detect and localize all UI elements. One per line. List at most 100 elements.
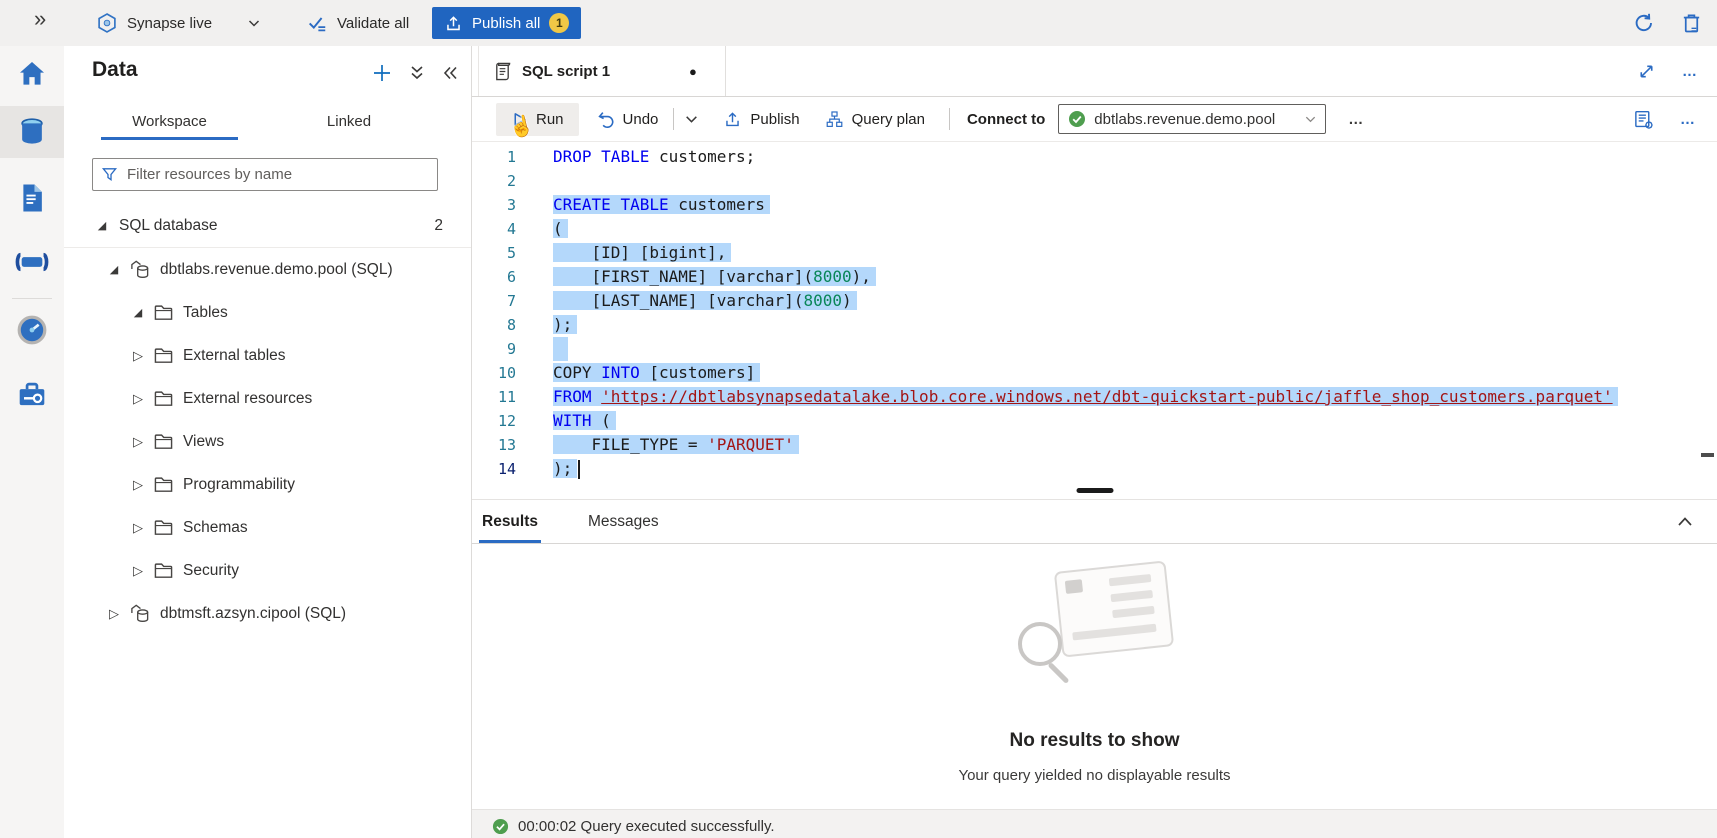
code-line[interactable]: 14); (472, 457, 1717, 481)
code-line[interactable]: 11FROM 'https://dbtlabsynapsedatalake.bl… (472, 385, 1717, 409)
tab-linked[interactable]: Linked (284, 102, 414, 140)
chevron-collapsed-icon[interactable]: ▷ (130, 348, 146, 364)
rail-divider (12, 298, 52, 299)
chevron-collapsed-icon[interactable]: ▷ (130, 477, 146, 493)
database-icon (129, 603, 151, 624)
code-line[interactable]: 10COPY INTO [customers] (472, 361, 1717, 385)
code-text: DROP TABLE customers; (553, 145, 755, 169)
magnifier-icon (1018, 622, 1062, 666)
collapse-all-icon[interactable] (408, 63, 426, 83)
undo-button[interactable]: Undo (596, 110, 659, 129)
add-resource-icon[interactable] (371, 62, 393, 84)
chevron-expanded-icon[interactable]: ◢ (106, 263, 122, 276)
tab-workspace[interactable]: Workspace (93, 102, 246, 140)
toolbar-more-icon[interactable]: … (1680, 111, 1697, 128)
empty-window-graphic (1053, 560, 1173, 657)
code-line[interactable]: 6 [FIRST_NAME] [varchar](8000), (472, 265, 1717, 289)
chevron-collapsed-icon[interactable]: ▷ (130, 391, 146, 407)
code-line[interactable]: 2 (472, 169, 1717, 193)
code-line[interactable]: 1DROP TABLE customers; (472, 145, 1717, 169)
code-line[interactable]: 13 FILE_TYPE = 'PARQUET' (472, 433, 1717, 457)
result-settings-icon[interactable] (1633, 109, 1654, 130)
undo-dropdown-chevron-icon[interactable] (684, 112, 699, 127)
tree-item-sql-database[interactable]: ◢SQL database2 (64, 204, 471, 248)
mode-selector[interactable]: Synapse live (96, 0, 261, 46)
tree-item-external-tables[interactable]: ▷ External tables (64, 334, 471, 377)
tree-item-programmability[interactable]: ▷Programmability (64, 463, 471, 506)
connection-more-icon[interactable]: … (1348, 111, 1365, 128)
code-line[interactable]: 9 (472, 337, 1717, 361)
tree-item-label: External tables (183, 347, 286, 365)
sql-code-editor[interactable]: 1DROP TABLE customers;23CREATE TABLE cus… (472, 142, 1717, 481)
line-number: 8 (472, 313, 516, 337)
line-number: 14 (472, 457, 516, 481)
code-text (553, 337, 568, 361)
tree-item-tables[interactable]: ◢ Tables (64, 291, 471, 334)
tree-item-label: Views (183, 433, 224, 451)
tab-results[interactable]: Results (479, 500, 541, 543)
code-line[interactable]: 5 [ID] [bigint], (472, 241, 1717, 265)
code-line[interactable]: 4( (472, 217, 1717, 241)
chevron-collapsed-icon[interactable]: ▷ (130, 520, 146, 536)
chevron-collapsed-icon[interactable]: ▷ (106, 606, 122, 622)
code-text: WITH ( (553, 409, 616, 433)
tree-item-security[interactable]: ▷Security (64, 549, 471, 592)
folder-icon (153, 475, 174, 494)
tree-item-views[interactable]: ▷ Views (64, 420, 471, 463)
query-plan-button[interactable]: Query plan (825, 110, 925, 129)
chevron-down-icon[interactable] (247, 16, 261, 30)
code-line[interactable]: 3CREATE TABLE customers (472, 193, 1717, 217)
nav-monitor-icon[interactable] (0, 304, 64, 356)
discard-trash-icon[interactable] (1680, 12, 1703, 35)
chevron-collapsed-icon[interactable]: ▷ (130, 563, 146, 579)
publish-button[interactable]: Publish (723, 110, 799, 129)
tree-item-dbtmsft-azsyn-cipool-sql[interactable]: ▷dbtmsft.azsyn.cipool (SQL) (64, 592, 471, 635)
database-icon (129, 259, 151, 280)
query-plan-icon (825, 110, 844, 129)
chevron-collapsed-icon[interactable]: ▷ (130, 434, 146, 450)
splitter-drag-handle[interactable] (1076, 488, 1113, 493)
line-number: 10 (472, 361, 516, 385)
nav-develop-icon[interactable] (0, 172, 64, 224)
status-message: 00:00:02 Query executed successfully. (518, 818, 775, 835)
code-text: FILE_TYPE = 'PARQUET' (553, 433, 799, 457)
expand-menu-icon[interactable]: » (34, 6, 46, 32)
code-line[interactable]: 12WITH ( (472, 409, 1717, 433)
tree-item-dbtlabs-revenue-demo-pool-sql[interactable]: ◢dbtlabs.revenue.demo.pool (SQL) (64, 248, 471, 291)
nav-home-icon[interactable] (0, 48, 64, 100)
line-number: 6 (472, 265, 516, 289)
collapse-panel-icon[interactable] (441, 64, 459, 82)
code-line[interactable]: 7 [LAST_NAME] [varchar](8000) (472, 289, 1717, 313)
chevron-expanded-icon[interactable]: ◢ (94, 219, 110, 232)
tabstrip-more-icon[interactable]: … (1682, 63, 1699, 80)
tree-item-schemas[interactable]: ▷Schemas (64, 506, 471, 549)
run-label: Run (536, 111, 564, 128)
empty-results-title: No results to show (472, 730, 1717, 752)
tab-messages[interactable]: Messages (585, 500, 662, 543)
tree-item-label: External resources (183, 390, 312, 408)
nav-data-icon[interactable] (0, 106, 64, 158)
tree-item-external-resources[interactable]: ▷ External resources (64, 377, 471, 420)
code-line[interactable]: 8); (472, 313, 1717, 337)
publish-all-button[interactable]: Publish all 1 (432, 7, 581, 39)
connection-dropdown[interactable]: dbtlabs.revenue.demo.pool (1058, 104, 1326, 134)
refresh-icon[interactable] (1632, 11, 1656, 35)
undo-icon (596, 110, 615, 129)
nav-integrate-icon[interactable] (0, 236, 64, 288)
collapse-results-chevron-icon[interactable] (1675, 512, 1695, 532)
code-text: ( (553, 217, 568, 241)
expand-editor-icon[interactable] (1637, 62, 1656, 81)
tree-item-label: Tables (183, 304, 228, 322)
validate-all-button[interactable]: Validate all (306, 0, 409, 46)
filter-resources-input[interactable] (125, 165, 429, 184)
data-explorer-panel: Data Workspace Linked ◢SQL database2◢dbt… (64, 46, 472, 838)
code-text: ); (553, 457, 580, 481)
tab-sql-script-1[interactable]: SQL script 1 ● (478, 46, 726, 96)
publish-all-label: Publish all (472, 15, 540, 32)
tab-title: SQL script 1 (522, 63, 610, 80)
connect-to-label: Connect to (967, 111, 1045, 128)
nav-manage-icon[interactable] (0, 368, 64, 420)
chevron-expanded-icon[interactable]: ◢ (130, 306, 146, 319)
filter-box (92, 158, 438, 191)
validate-all-label: Validate all (337, 15, 409, 32)
